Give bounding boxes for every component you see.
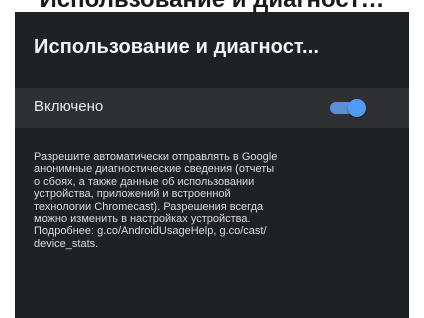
description-text: Разрешите автоматически отправлять в Goo…	[34, 151, 394, 250]
description-line: технологии Chromecast). Разрешения всегд…	[34, 200, 264, 213]
toggle-switch[interactable]	[330, 99, 366, 117]
screen: Использование и диагност… Использование …	[0, 0, 424, 318]
description-line: анонимные диагностические сведения (отче…	[34, 163, 275, 176]
toggle-label: Включено	[34, 98, 104, 115]
page-title: Использование и диагност...	[34, 36, 320, 58]
description-line: device_stats.	[34, 237, 99, 250]
description-line: можно изменить в настройках устройства.	[34, 213, 251, 226]
description-line: Подробнее: g.co/AndroidUsageHelp, g.co/c…	[34, 225, 267, 238]
description-line: Разрешите автоматически отправлять в Goo…	[34, 151, 278, 163]
enabled-toggle-row[interactable]: Включено	[15, 88, 409, 128]
switch-thumb	[348, 99, 366, 117]
settings-panel: Использование и диагност... Включено Раз…	[15, 12, 409, 318]
description-line: устройства, приложений и встроенной	[34, 188, 231, 201]
description-line: о сбоях, а также данные об использовании	[34, 175, 255, 188]
